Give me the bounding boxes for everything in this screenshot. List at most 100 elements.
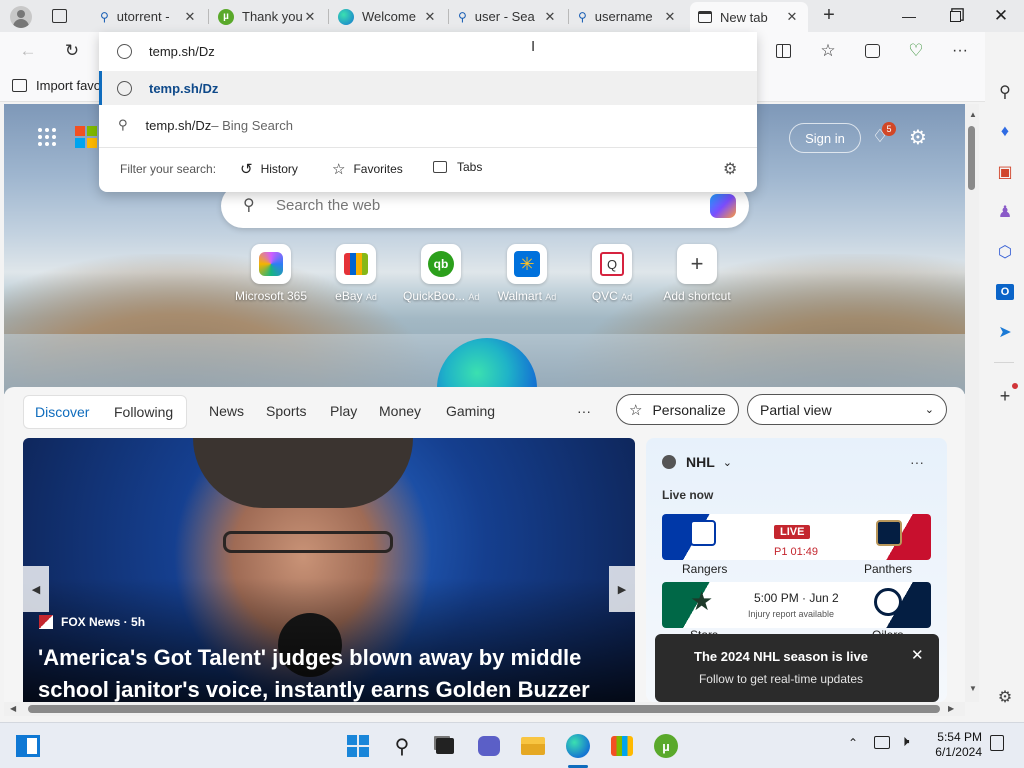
tab-utorrent-search[interactable]: ⚲ utorrent - ✕ (92, 3, 206, 30)
widgets-button[interactable] (12, 730, 44, 762)
task-view-button[interactable] (429, 730, 461, 762)
game-stars-oilers[interactable]: ★ 5:00 PM · Jun 2 Injury report availabl… (662, 582, 931, 628)
injury-note: Injury report available (748, 609, 835, 619)
tab-thank-you[interactable]: µ Thank you ✕ (210, 3, 326, 30)
microsoft365-icon[interactable]: ⬡ (992, 239, 1018, 265)
shopping-icon[interactable]: ♦ (992, 119, 1018, 145)
search-settings-icon[interactable]: ⚙ (723, 159, 737, 179)
toast-body: Follow to get real-time updates (698, 672, 864, 686)
back-button[interactable]: ← (13, 36, 43, 66)
outlook-icon[interactable]: O (992, 279, 1018, 305)
profile-icon[interactable] (10, 6, 32, 28)
nav-more-button[interactable]: ··· (577, 403, 591, 419)
utorrent-taskbar-button[interactable]: µ (650, 730, 682, 762)
clock[interactable]: 5:54 PM 6/1/2024 (930, 730, 982, 760)
file-explorer-button[interactable] (517, 730, 549, 762)
chevron-up-icon[interactable]: ⌃ (848, 736, 858, 750)
carousel-next-button[interactable]: ▶ (609, 566, 635, 612)
quicklink-add-shortcut[interactable]: + Add shortcut (659, 244, 735, 303)
tab-actions-icon[interactable] (52, 9, 67, 23)
search-button[interactable]: ⚲ (386, 730, 418, 762)
quicklink-microsoft365[interactable]: Microsoft 365 (233, 244, 309, 303)
notification-center-icon[interactable] (990, 735, 1004, 751)
restore-icon (949, 10, 961, 22)
personalize-button[interactable]: ☆ Personalize (616, 394, 739, 425)
nhl-more-button[interactable]: ··· (910, 454, 924, 470)
suggestion-url[interactable]: temp.sh/Dz (99, 71, 757, 105)
view-select[interactable]: Partial view ⌄ (747, 394, 947, 425)
nav-play[interactable]: Play (330, 403, 357, 419)
sign-in-button[interactable]: Sign in (789, 123, 861, 153)
horizontal-scrollbar[interactable]: ◀ ▶ (4, 702, 965, 716)
close-tab-icon[interactable]: ✕ (422, 9, 438, 25)
favorites-button[interactable]: ☆ (813, 36, 843, 66)
suggestion-bing-search[interactable]: ⚲ temp.sh/Dz – Bing Search (99, 108, 757, 142)
sidebar-settings-icon[interactable]: ⚙ (992, 684, 1018, 710)
close-icon[interactable]: ✕ (911, 646, 924, 664)
nhl-widget: NHL ⌄ ··· Live now LIVE P1 01:49 Rangers… (646, 438, 947, 702)
vertical-scrollbar[interactable]: ▲ ▼ (965, 104, 979, 702)
split-screen-button[interactable] (768, 36, 798, 66)
copilot-icon[interactable] (710, 194, 736, 218)
nav-gaming[interactable]: Gaming (446, 403, 495, 419)
article-headline[interactable]: 'America's Got Talent' judges blown away… (38, 642, 628, 702)
collections-button[interactable] (857, 36, 887, 66)
drop-icon[interactable]: ➤ (992, 319, 1018, 345)
teams-chat-button[interactable] (473, 730, 505, 762)
close-tab-icon[interactable]: ✕ (302, 9, 318, 25)
nav-news[interactable]: News (209, 403, 244, 419)
quicklink-quickbooks[interactable]: qb QuickBoo... Ad (403, 244, 479, 303)
search-icon[interactable]: ⚲ (992, 79, 1018, 105)
minimize-button[interactable]: — (886, 0, 932, 32)
refresh-button[interactable]: ↻ (57, 36, 87, 66)
edge-taskbar-button[interactable] (562, 730, 594, 762)
tab-new-tab[interactable]: New tab ✕ (690, 2, 808, 32)
tab-username-search[interactable]: ⚲ username ✕ (570, 3, 686, 30)
filter-label: Filter your search: (120, 162, 217, 176)
nav-sports[interactable]: Sports (266, 403, 306, 419)
tab-user-search[interactable]: ⚲ user - Sea ✕ (450, 3, 566, 30)
games-icon[interactable]: ♟ (992, 199, 1018, 225)
close-tab-icon[interactable]: ✕ (662, 9, 678, 25)
scroll-thumb[interactable] (28, 705, 940, 713)
rangers-logo-icon (690, 520, 716, 546)
walmart-icon: ✳ (514, 251, 540, 277)
filter-favorites-button[interactable]: ☆ Favorites (332, 160, 403, 178)
close-tab-icon[interactable]: ✕ (182, 9, 198, 25)
close-tab-icon[interactable]: ✕ (542, 9, 558, 25)
app-launcher-icon[interactable] (38, 128, 56, 146)
close-tab-icon[interactable]: ✕ (784, 9, 800, 25)
featured-article[interactable]: ◀ ▶ FOX News · 5h 'America's Got Talent'… (23, 438, 635, 702)
restore-button[interactable] (932, 0, 978, 32)
article-source: FOX News · 5h (61, 615, 146, 629)
tab-following[interactable]: Following (114, 404, 173, 420)
start-button[interactable] (342, 730, 374, 762)
quicklink-walmart[interactable]: ✳ Walmart Ad (489, 244, 565, 303)
search-input[interactable]: Search the web (276, 197, 380, 214)
filter-history-button[interactable]: ↺ History (240, 160, 298, 178)
store-button[interactable] (606, 730, 638, 762)
import-favorites-link[interactable]: Import favo (12, 78, 101, 93)
quicklink-ebay[interactable]: eBay Ad (318, 244, 394, 303)
quicklink-qvc[interactable]: Q QVC Ad (574, 244, 650, 303)
new-tab-button[interactable]: + (818, 5, 840, 27)
address-input-row[interactable]: temp.sh/Dz (99, 32, 757, 70)
tab-welcome[interactable]: Welcome ✕ (330, 3, 446, 30)
game-rangers-panthers[interactable]: LIVE P1 01:49 (662, 514, 931, 560)
filter-tabs-button[interactable]: Tabs (433, 160, 482, 174)
nav-money[interactable]: Money (379, 403, 421, 419)
address-input[interactable]: temp.sh/Dz (149, 44, 215, 59)
tabs-icon (433, 161, 447, 173)
browser-essentials-button[interactable]: ♡ (901, 36, 931, 66)
network-icon[interactable] (874, 736, 890, 749)
tools-icon[interactable]: ▣ (992, 159, 1018, 185)
close-window-button[interactable]: ✕ (978, 0, 1024, 32)
page-settings-icon[interactable]: ⚙ (909, 125, 927, 150)
volume-mute-icon[interactable]: 🕨 (900, 733, 909, 750)
tab-discover[interactable]: Discover (35, 404, 89, 420)
carousel-prev-button[interactable]: ◀ (23, 566, 49, 612)
notifications-button[interactable]: ♢ 5 (868, 122, 896, 150)
scroll-thumb[interactable] (968, 126, 975, 190)
chevron-down-icon[interactable]: ⌄ (723, 456, 732, 469)
settings-more-button[interactable]: ··· (945, 36, 975, 66)
